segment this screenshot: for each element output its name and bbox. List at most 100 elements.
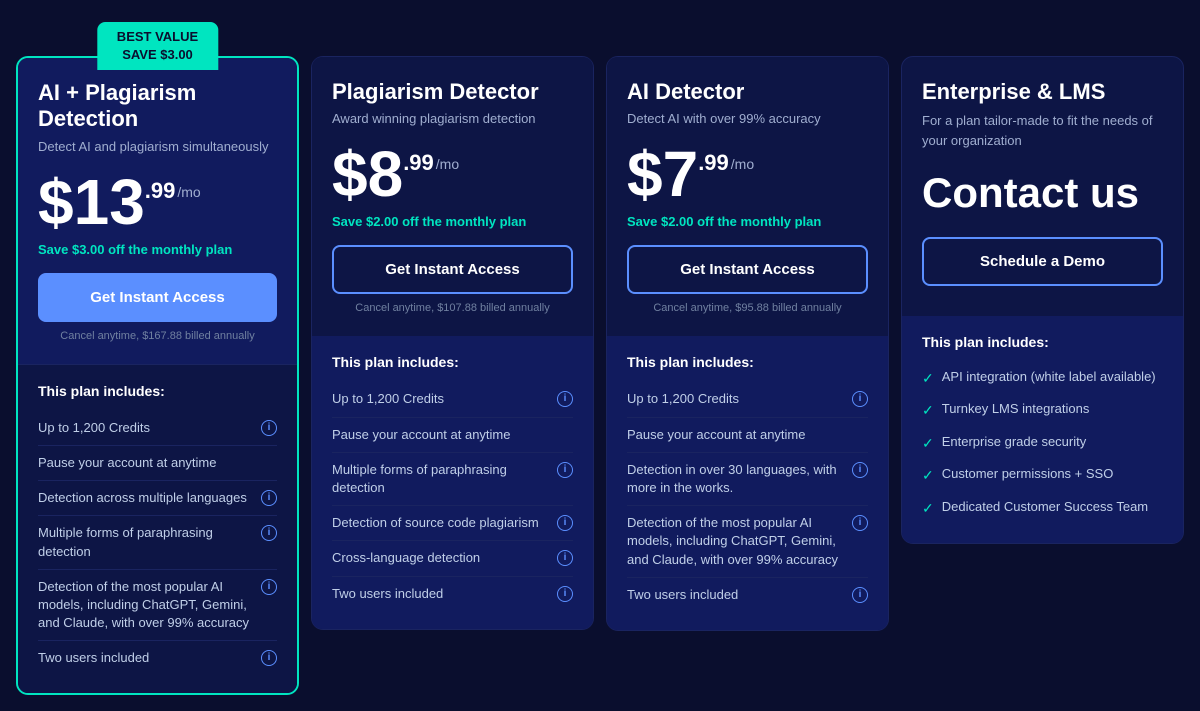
plan-name: AI + Plagiarism Detection: [38, 80, 277, 133]
check-feature-lms: ✓ Turnkey LMS integrations: [922, 394, 1163, 427]
cancel-text: Cancel anytime, $95.88 billed annually: [627, 302, 868, 314]
save-text: Save $2.00 off the monthly plan: [627, 214, 868, 229]
feature-text: Detection of source code plagiarism: [332, 514, 557, 532]
info-icon[interactable]: i: [852, 515, 868, 531]
plan-name: Plagiarism Detector: [332, 79, 573, 105]
feature-credits: Up to 1,200 Credits i: [332, 382, 573, 417]
check-feature-text: Customer permissions + SSO: [942, 465, 1114, 483]
check-feature-text: Turnkey LMS integrations: [942, 400, 1090, 418]
info-icon[interactable]: i: [852, 587, 868, 603]
feature-pause: Pause your account at anytime: [38, 446, 277, 481]
price-main: $7: [627, 142, 698, 206]
check-feature-sso: ✓ Customer permissions + SSO: [922, 459, 1163, 492]
plan-subtitle: Detect AI with over 99% accuracy: [627, 111, 868, 126]
feature-text: Two users included: [332, 585, 557, 603]
feature-pause: Pause your account at anytime: [332, 418, 573, 453]
feature-users: Two users included i: [332, 577, 573, 611]
includes-title: This plan includes:: [38, 383, 277, 399]
feature-text: Up to 1,200 Credits: [332, 390, 557, 408]
check-feature-text: Dedicated Customer Success Team: [942, 498, 1148, 516]
info-icon[interactable]: i: [261, 490, 277, 506]
feature-text: Detection of the most popular AI models,…: [38, 578, 261, 633]
feature-paraphrasing: Multiple forms of paraphrasing detection…: [38, 516, 277, 569]
cancel-text: Cancel anytime, $167.88 billed annually: [38, 330, 277, 342]
card-top-ai: AI Detector Detect AI with over 99% accu…: [607, 57, 888, 336]
info-icon[interactable]: i: [261, 650, 277, 666]
plan-subtitle: Award winning plagiarism detection: [332, 111, 573, 126]
info-icon[interactable]: i: [557, 586, 573, 602]
feature-text: Detection of the most popular AI models,…: [627, 514, 852, 569]
card-bottom-plagiarism: This plan includes: Up to 1,200 Credits …: [312, 336, 593, 628]
feature-text: Multiple forms of paraphrasing detection: [38, 524, 261, 560]
feature-ai-models: Detection of the most popular AI models,…: [627, 506, 868, 578]
enterprise-card-wrapper: Enterprise & LMS For a plan tailor-made …: [902, 57, 1183, 316]
feature-text: Detection across multiple languages: [38, 489, 261, 507]
feature-users: Two users included i: [627, 578, 868, 612]
card-top-featured: AI + Plagiarism Detection Detect AI and …: [18, 58, 297, 364]
feature-users: Two users included i: [38, 641, 277, 675]
plan-card-plagiarism: Plagiarism Detector Award winning plagia…: [311, 56, 594, 630]
feature-30-languages: Detection in over 30 languages, with mor…: [627, 453, 868, 506]
includes-title: This plan includes:: [627, 354, 868, 370]
get-instant-access-button-featured[interactable]: Get Instant Access: [38, 273, 277, 322]
feature-cross-language: Cross-language detection i: [332, 541, 573, 576]
price-cents: .99: [403, 150, 434, 176]
feature-text: Up to 1,200 Credits: [627, 390, 852, 408]
best-value-badge: BEST VALUE SAVE $3.00: [97, 22, 218, 70]
includes-title: This plan includes:: [922, 334, 1163, 350]
enterprise-subtitle: For a plan tailor-made to fit the needs …: [922, 111, 1163, 150]
price-main: $8: [332, 142, 403, 206]
info-icon[interactable]: i: [852, 391, 868, 407]
schedule-demo-button[interactable]: Schedule a Demo: [922, 237, 1163, 286]
save-text: Save $3.00 off the monthly plan: [38, 242, 277, 257]
info-icon[interactable]: i: [557, 391, 573, 407]
card-bottom-featured: This plan includes: Up to 1,200 Credits …: [18, 364, 297, 694]
price-main: $13: [38, 170, 145, 234]
feature-text: Two users included: [38, 649, 261, 667]
price-row: $7 .99 /mo: [627, 142, 868, 206]
check-icon: ✓: [922, 369, 934, 389]
price-row: $8 .99 /mo: [332, 142, 573, 206]
plan-card-enterprise: Enterprise & LMS For a plan tailor-made …: [901, 56, 1184, 544]
check-icon: ✓: [922, 434, 934, 454]
feature-text: Detection in over 30 languages, with mor…: [627, 461, 852, 497]
get-instant-access-button-ai[interactable]: Get Instant Access: [627, 245, 868, 294]
check-feature-text: API integration (white label available): [942, 368, 1156, 386]
price-period: /mo: [436, 156, 459, 172]
check-feature-success-team: ✓ Dedicated Customer Success Team: [922, 492, 1163, 525]
feature-credits: Up to 1,200 Credits i: [38, 411, 277, 446]
check-feature-security: ✓ Enterprise grade security: [922, 427, 1163, 460]
info-icon[interactable]: i: [852, 462, 868, 478]
feature-text: Cross-language detection: [332, 549, 557, 567]
plan-card-ai-plagiarism: BEST VALUE SAVE $3.00 AI + Plagiarism De…: [16, 56, 299, 695]
info-icon[interactable]: i: [557, 550, 573, 566]
price-period: /mo: [731, 156, 754, 172]
feature-languages: Detection across multiple languages i: [38, 481, 277, 516]
card-bottom-ai: This plan includes: Up to 1,200 Credits …: [607, 336, 888, 630]
save-text: Save $2.00 off the monthly plan: [332, 214, 573, 229]
info-icon[interactable]: i: [261, 579, 277, 595]
feature-pause: Pause your account at anytime: [627, 418, 868, 453]
plan-card-ai-detector: AI Detector Detect AI with over 99% accu…: [606, 56, 889, 631]
cancel-text: Cancel anytime, $107.88 billed annually: [332, 302, 573, 314]
feature-source-code: Detection of source code plagiarism i: [332, 506, 573, 541]
price-period: /mo: [177, 184, 200, 200]
price-cents: .99: [698, 150, 729, 176]
get-instant-access-button-plagiarism[interactable]: Get Instant Access: [332, 245, 573, 294]
info-icon[interactable]: i: [261, 420, 277, 436]
pricing-grid: BEST VALUE SAVE $3.00 AI + Plagiarism De…: [16, 16, 1184, 695]
plan-subtitle: Detect AI and plagiarism simultaneously: [38, 139, 277, 154]
info-icon[interactable]: i: [557, 515, 573, 531]
info-icon[interactable]: i: [261, 525, 277, 541]
card-bottom-enterprise: This plan includes: ✓ API integration (w…: [902, 316, 1183, 543]
feature-text: Multiple forms of paraphrasing detection: [332, 461, 557, 497]
feature-credits: Up to 1,200 Credits i: [627, 382, 868, 417]
includes-title: This plan includes:: [332, 354, 573, 370]
card-top-plagiarism: Plagiarism Detector Award winning plagia…: [312, 57, 593, 336]
info-icon[interactable]: i: [557, 462, 573, 478]
feature-text: Pause your account at anytime: [332, 426, 573, 444]
check-feature-text: Enterprise grade security: [942, 433, 1087, 451]
check-feature-api: ✓ API integration (white label available…: [922, 362, 1163, 395]
feature-paraphrasing: Multiple forms of paraphrasing detection…: [332, 453, 573, 506]
feature-ai-models: Detection of the most popular AI models,…: [38, 570, 277, 642]
